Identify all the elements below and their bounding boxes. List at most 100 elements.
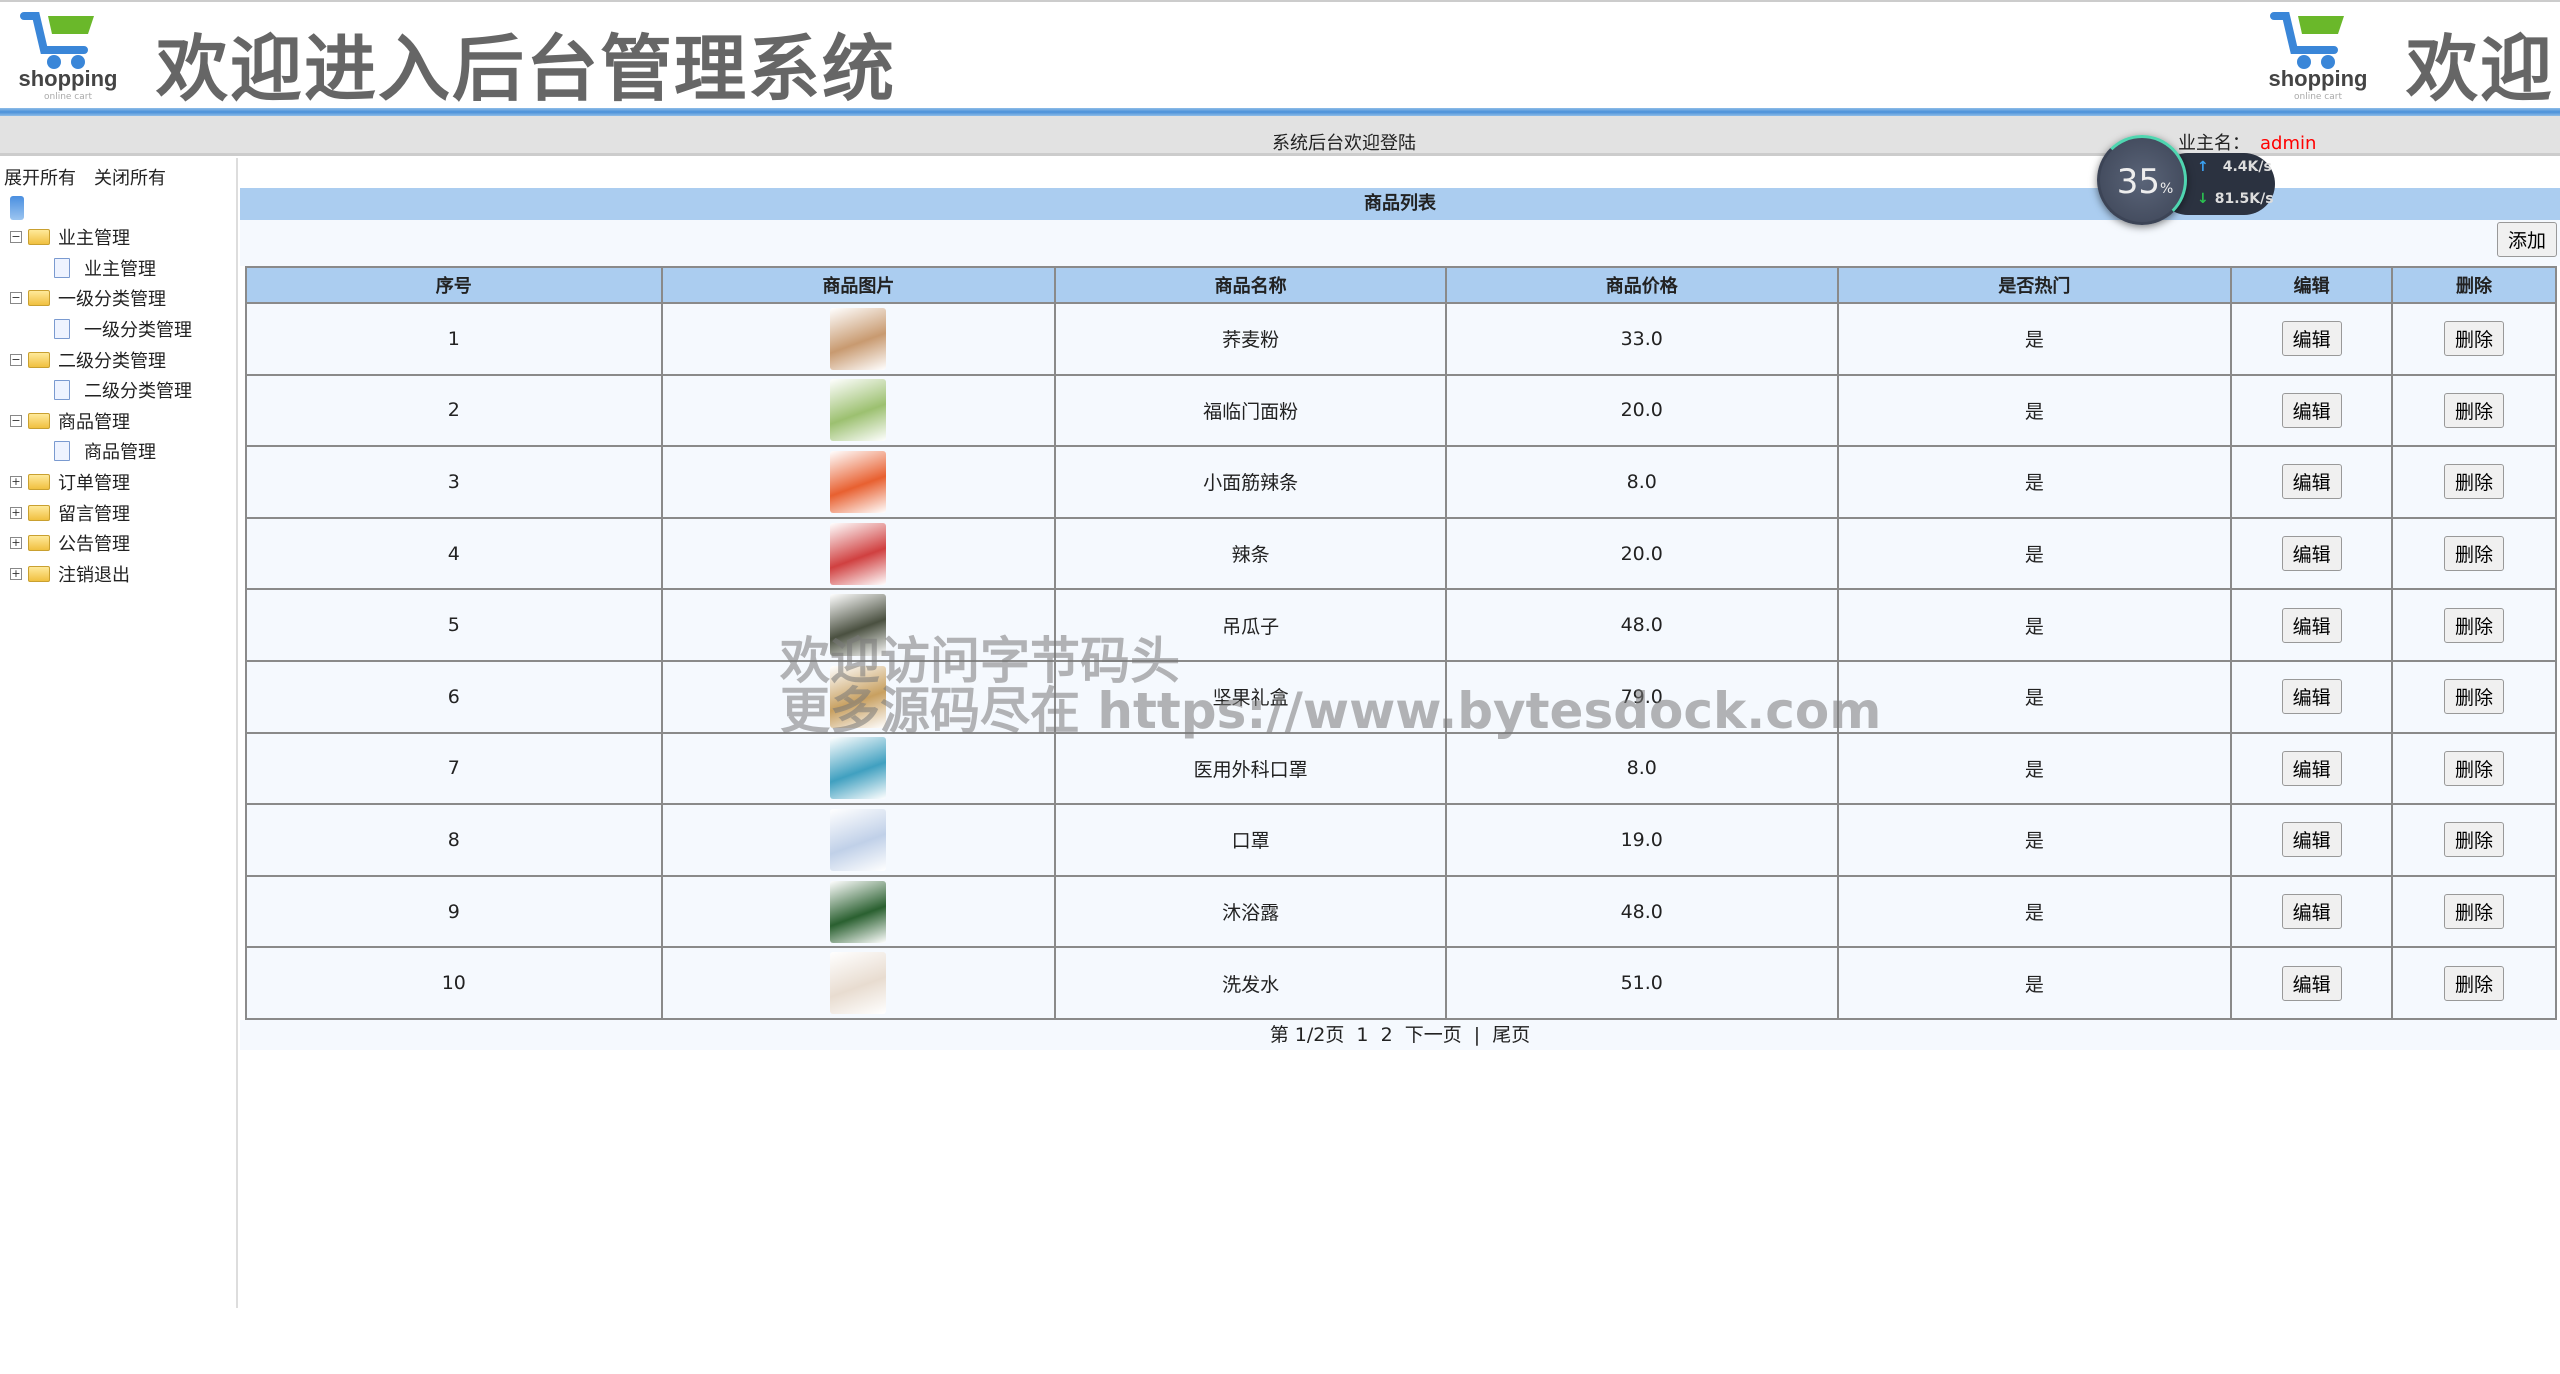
header-title: 欢迎进入后台管理系统 bbox=[156, 10, 896, 111]
add-button[interactable]: 添加 bbox=[2497, 222, 2557, 257]
table-row: 6 坚果礼盒 79.0 是 编辑 删除 bbox=[246, 661, 2556, 733]
product-image-cell bbox=[662, 804, 1056, 876]
last-page-link[interactable]: 尾页 bbox=[1492, 1024, 1530, 1046]
edit-button[interactable]: 编辑 bbox=[2282, 966, 2342, 1001]
delete-button[interactable]: 删除 bbox=[2444, 679, 2504, 714]
delete-button[interactable]: 删除 bbox=[2444, 536, 2504, 571]
welcome-text: 系统后台欢迎登陆 bbox=[1272, 129, 1416, 155]
arrow-up-icon: ↑ bbox=[2197, 159, 2209, 175]
delete-button[interactable]: 删除 bbox=[2444, 822, 2504, 857]
tree-item[interactable]: 一级分类管理 bbox=[10, 314, 192, 345]
delete-button[interactable]: 删除 bbox=[2444, 321, 2504, 356]
header-banner: shopping online cart 欢迎进入后台管理系统 shopping… bbox=[0, 0, 2560, 111]
tree-folder-label: 二级分类管理 bbox=[58, 347, 166, 373]
delete-cell: 删除 bbox=[2392, 947, 2556, 1019]
tree-folder[interactable]: +订单管理 bbox=[10, 467, 192, 498]
product-name: 福临门面粉 bbox=[1055, 375, 1446, 447]
upload-speed: ↑ 4.4K/s bbox=[2197, 159, 2272, 175]
tree-folder[interactable]: − 二级分类管理 bbox=[10, 344, 192, 375]
tree-item[interactable]: 二级分类管理 bbox=[10, 375, 192, 406]
edit-cell: 编辑 bbox=[2231, 303, 2392, 375]
product-price: 51.0 bbox=[1446, 947, 1838, 1019]
product-name: 吊瓜子 bbox=[1055, 589, 1446, 661]
collapse-icon[interactable]: − bbox=[10, 354, 22, 366]
delete-cell: 删除 bbox=[2392, 876, 2556, 948]
header-title-repeat: 欢迎 bbox=[2406, 10, 2554, 111]
expand-icon[interactable]: + bbox=[10, 507, 22, 519]
tree-item[interactable]: 商品管理 bbox=[10, 436, 192, 467]
edit-button[interactable]: 编辑 bbox=[2282, 894, 2342, 929]
delete-cell: 删除 bbox=[2392, 661, 2556, 733]
tree-item[interactable]: 业主管理 bbox=[10, 253, 192, 284]
expand-icon[interactable]: + bbox=[10, 568, 22, 580]
tree-folder[interactable]: −一级分类管理 bbox=[10, 283, 192, 314]
product-price: 20.0 bbox=[1446, 375, 1838, 447]
tree-folder[interactable]: +公告管理 bbox=[10, 528, 192, 559]
product-hot: 是 bbox=[1838, 446, 2232, 518]
page-link-2[interactable]: 2 bbox=[1381, 1024, 1393, 1046]
collapse-icon[interactable]: − bbox=[10, 292, 22, 304]
product-image-cell bbox=[662, 947, 1056, 1019]
collapse-all-link[interactable]: 关闭所有 bbox=[94, 168, 166, 189]
network-speed-widget[interactable]: 35% ↑4.4K/s ↓81.5K/s bbox=[2097, 135, 2275, 225]
expand-icon[interactable]: + bbox=[10, 537, 22, 549]
product-name: 洗发水 bbox=[1055, 947, 1446, 1019]
download-speed: ↓81.5K/s bbox=[2197, 191, 2274, 207]
download-value: 81.5K/s bbox=[2215, 191, 2274, 207]
column-header: 是否热门 bbox=[1838, 267, 2232, 303]
nav-tree: −业主管理业主管理−一级分类管理一级分类管理−二级分类管理二级分类管理−商品管理… bbox=[10, 222, 192, 589]
edit-button[interactable]: 编辑 bbox=[2282, 822, 2342, 857]
product-image bbox=[830, 737, 886, 799]
folder-icon bbox=[28, 535, 50, 551]
expand-icon[interactable]: + bbox=[10, 476, 22, 488]
delete-button[interactable]: 删除 bbox=[2444, 393, 2504, 428]
collapse-icon[interactable]: − bbox=[10, 231, 22, 243]
product-image bbox=[830, 881, 886, 943]
cart-icon bbox=[2270, 10, 2350, 70]
edit-button[interactable]: 编辑 bbox=[2282, 464, 2342, 499]
folder-icon bbox=[28, 352, 50, 368]
product-image-cell bbox=[662, 733, 1056, 805]
folder-icon bbox=[28, 505, 50, 521]
edit-button[interactable]: 编辑 bbox=[2282, 321, 2342, 356]
table-row: 1 荞麦粉 33.0 是 编辑 删除 bbox=[246, 303, 2556, 375]
product-image bbox=[830, 379, 886, 441]
product-name: 沐浴露 bbox=[1055, 876, 1446, 948]
product-name: 辣条 bbox=[1055, 518, 1446, 590]
upload-value: 4.4K/s bbox=[2223, 159, 2272, 175]
table-row: 5 吊瓜子 48.0 是 编辑 删除 bbox=[246, 589, 2556, 661]
collapse-icon[interactable]: − bbox=[10, 415, 22, 427]
edit-cell: 编辑 bbox=[2231, 589, 2392, 661]
delete-button[interactable]: 删除 bbox=[2444, 966, 2504, 1001]
product-price: 48.0 bbox=[1446, 589, 1838, 661]
tree-folder[interactable]: +留言管理 bbox=[10, 497, 192, 528]
tree-item-label: 二级分类管理 bbox=[84, 377, 192, 403]
tree-folder[interactable]: +注销退出 bbox=[10, 559, 192, 590]
edit-button[interactable]: 编辑 bbox=[2282, 536, 2342, 571]
folder-icon bbox=[28, 229, 50, 245]
row-id: 4 bbox=[246, 518, 662, 590]
tree-folder[interactable]: −业主管理 bbox=[10, 222, 192, 253]
edit-button[interactable]: 编辑 bbox=[2282, 608, 2342, 643]
edit-button[interactable]: 编辑 bbox=[2282, 679, 2342, 714]
delete-button[interactable]: 删除 bbox=[2444, 751, 2504, 786]
next-page-link[interactable]: 下一页 bbox=[1405, 1024, 1462, 1046]
table-row: 3 小面筋辣条 8.0 是 编辑 删除 bbox=[246, 446, 2556, 518]
product-image bbox=[830, 809, 886, 871]
edit-button[interactable]: 编辑 bbox=[2282, 751, 2342, 786]
edit-cell: 编辑 bbox=[2231, 947, 2392, 1019]
product-hot: 是 bbox=[1838, 804, 2232, 876]
product-hot: 是 bbox=[1838, 661, 2232, 733]
row-id: 8 bbox=[246, 804, 662, 876]
column-header: 商品图片 bbox=[662, 267, 1056, 303]
delete-button[interactable]: 删除 bbox=[2444, 608, 2504, 643]
tree-item-label: 业主管理 bbox=[84, 255, 156, 281]
edit-button[interactable]: 编辑 bbox=[2282, 393, 2342, 428]
tree-folder[interactable]: −商品管理 bbox=[10, 406, 192, 437]
delete-button[interactable]: 删除 bbox=[2444, 894, 2504, 929]
expand-all-link[interactable]: 展开所有 bbox=[4, 168, 76, 189]
delete-button[interactable]: 删除 bbox=[2444, 464, 2504, 499]
gauge-percent: 35 bbox=[2117, 162, 2160, 202]
page-link-1[interactable]: 1 bbox=[1356, 1024, 1368, 1046]
product-name: 荞麦粉 bbox=[1055, 303, 1446, 375]
